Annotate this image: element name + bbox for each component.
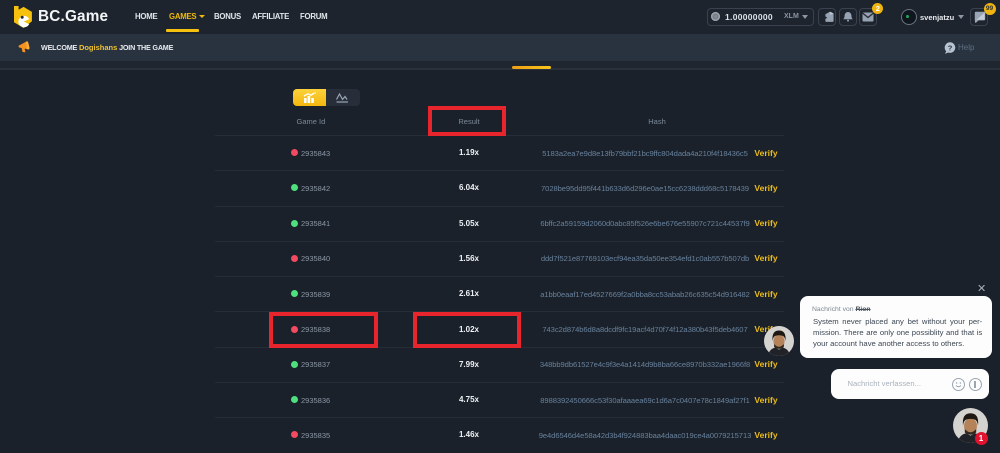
svg-text:?: ? — [948, 43, 953, 52]
